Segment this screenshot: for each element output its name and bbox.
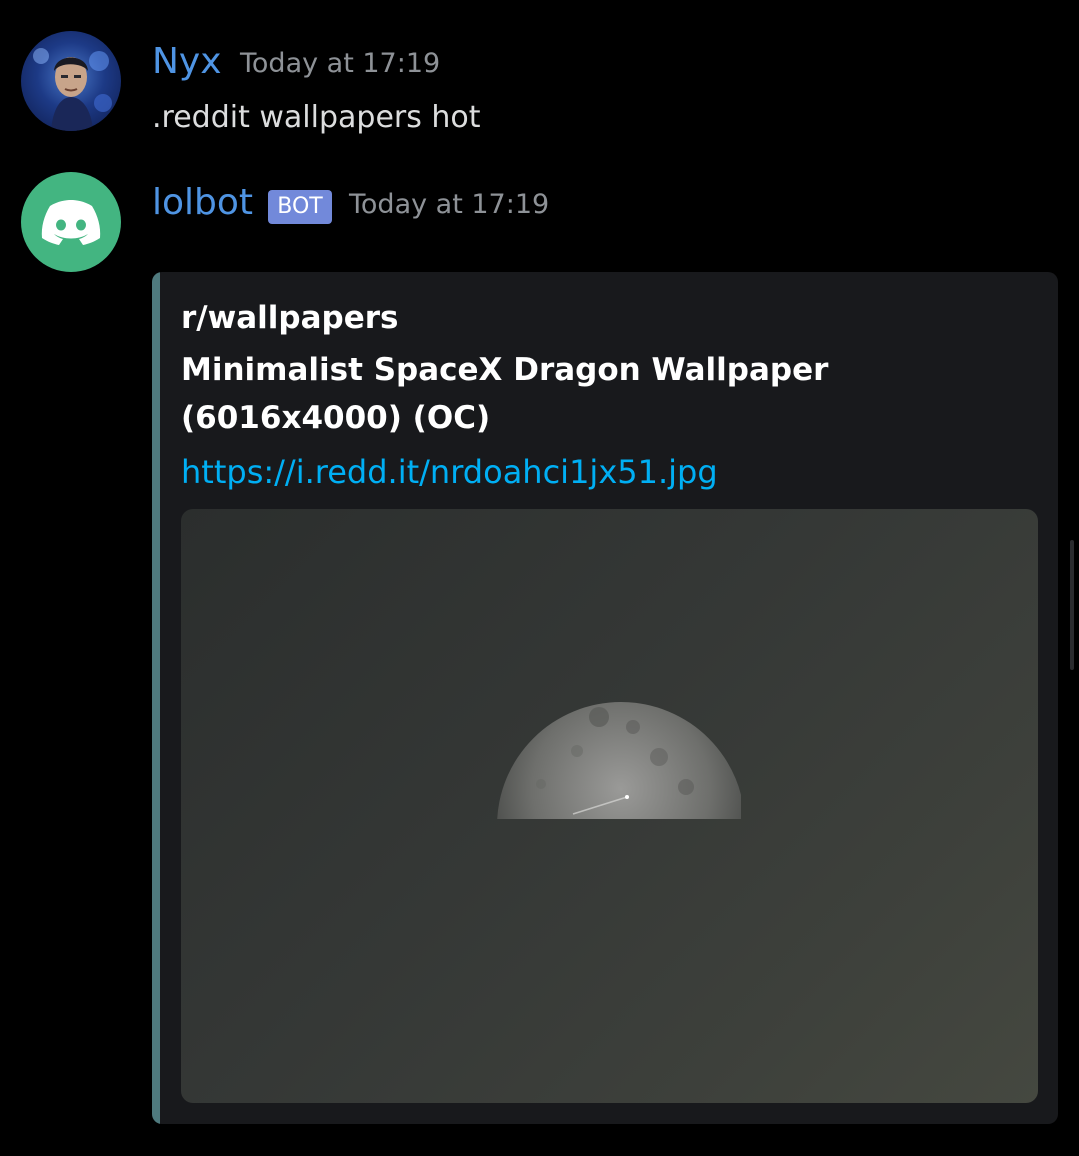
user-avatar[interactable] bbox=[21, 31, 121, 131]
embed-accent-bar bbox=[152, 272, 160, 1124]
scrollbar[interactable] bbox=[1070, 540, 1074, 670]
embed-image[interactable] bbox=[181, 509, 1038, 1103]
message-timestamp: Today at 17:19 bbox=[240, 48, 441, 79]
message-content: .reddit wallpapers hot bbox=[152, 100, 481, 135]
bot-badge: BOT bbox=[268, 190, 332, 224]
reddit-embed: r/wallpapers Minimalist SpaceX Dragon Wa… bbox=[152, 272, 1058, 1124]
user-avatar-image bbox=[33, 48, 112, 131]
bot-avatar[interactable] bbox=[21, 172, 121, 272]
discord-logo-icon bbox=[41, 200, 101, 245]
message-author-lolbot[interactable]: lolbot bbox=[152, 185, 253, 221]
chat-view: Nyx Today at 17:19 .reddit wallpapers ho… bbox=[0, 0, 1079, 1156]
message-timestamp: Today at 17:19 bbox=[349, 189, 550, 220]
embed-title: Minimalist SpaceX Dragon Wallpaper (6016… bbox=[181, 352, 829, 436]
embed-link[interactable]: https://i.redd.it/nrdoahci1jx51.jpg bbox=[181, 453, 718, 491]
message-author-nyx[interactable]: Nyx bbox=[152, 44, 222, 80]
moon-image bbox=[497, 702, 741, 819]
embed-author: r/wallpapers bbox=[181, 300, 399, 336]
